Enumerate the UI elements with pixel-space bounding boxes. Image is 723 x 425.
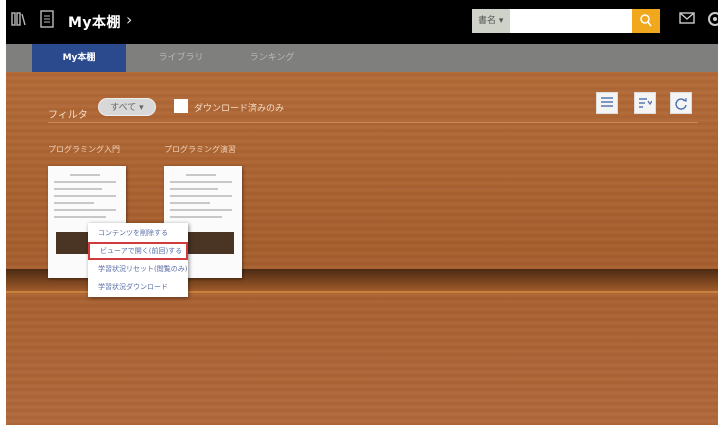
- search-button[interactable]: [632, 9, 660, 33]
- download-only-checkbox[interactable]: [174, 99, 188, 113]
- tab-ranking[interactable]: ランキング: [232, 44, 312, 72]
- books-icon[interactable]: [8, 10, 30, 32]
- search-category-select[interactable]: 書名 ▾: [472, 9, 510, 33]
- toolbar-divider: [48, 122, 698, 123]
- book-title: プログラミング演習: [164, 145, 236, 154]
- refresh-button[interactable]: [670, 92, 692, 114]
- menu-item-open-viewer[interactable]: ビューアで開く(前回)する: [88, 242, 188, 260]
- top-bar: My本棚 › 書名 ▾: [6, 0, 718, 44]
- book-title: プログラミング入門: [48, 145, 120, 154]
- tab-my-bookshelf[interactable]: My本棚: [32, 44, 126, 72]
- context-menu: コンテンツを削除する ビューアで開く(前回)する 学習状況リセット(閲覧のみ) …: [88, 223, 188, 297]
- list-view-button[interactable]: [596, 92, 618, 114]
- menu-item-reset-progress[interactable]: 学習状況リセット(閲覧のみ): [88, 260, 188, 278]
- search-input[interactable]: [510, 9, 632, 33]
- tab-bar: My本棚 ライブラリ ランキング: [6, 44, 718, 72]
- search-category-value: 書名: [478, 16, 497, 26]
- filter-dropdown[interactable]: すべて ▾: [98, 98, 156, 116]
- book-page-lines: [170, 174, 232, 223]
- book-page-lines: [54, 174, 116, 223]
- app-window: My本棚 › 書名 ▾ My本棚 ライブラリ ランキング フィルタ すべて ▾ …: [6, 0, 718, 425]
- tab-library[interactable]: ライブラリ: [146, 44, 216, 72]
- chevron-right-icon: ›: [126, 10, 133, 29]
- settings-icon[interactable]: [704, 10, 718, 32]
- page-title[interactable]: My本棚: [68, 12, 121, 32]
- list-view-icon: [601, 97, 613, 107]
- document-icon[interactable]: [36, 10, 58, 32]
- filter-label: フィルタ: [48, 110, 88, 121]
- mail-icon[interactable]: [676, 10, 698, 32]
- menu-item-delete[interactable]: コンテンツを削除する: [88, 224, 188, 242]
- refresh-icon: [675, 98, 687, 110]
- sort-button[interactable]: [634, 92, 656, 114]
- sort-icon: [639, 98, 652, 108]
- menu-item-download-progress[interactable]: 学習状況ダウンロード: [88, 278, 188, 296]
- search-icon: [640, 14, 652, 27]
- download-only-label: ダウンロード済みのみ: [194, 104, 285, 114]
